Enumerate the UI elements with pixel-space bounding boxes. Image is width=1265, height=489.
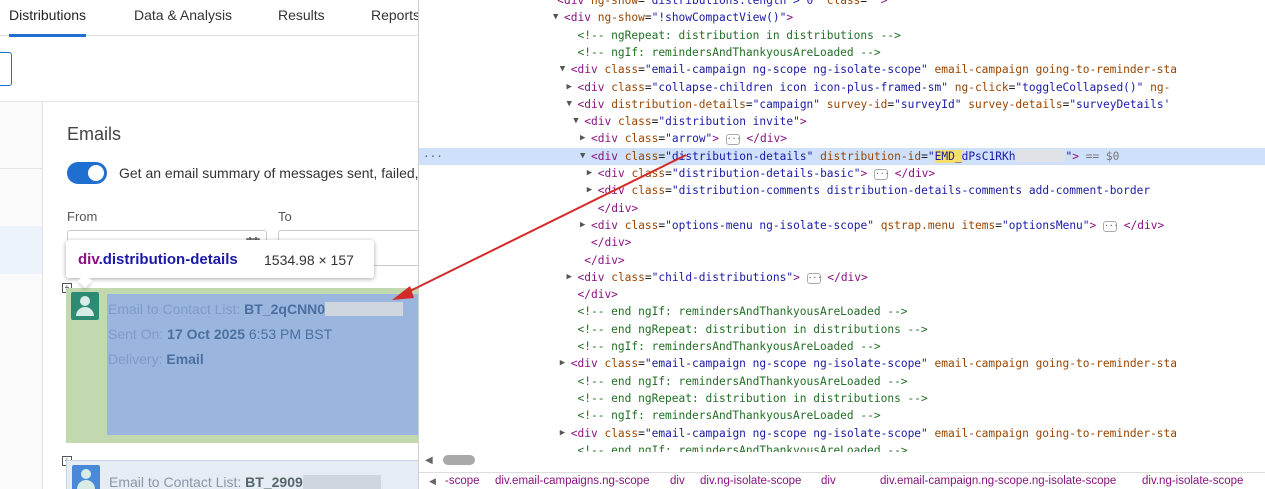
delivery-value: Email [166, 351, 204, 367]
tooltip-tag: div [78, 251, 99, 268]
collapse-arrow-icon[interactable]: ▼ [553, 9, 558, 26]
expand-arrow-icon[interactable]: ▶ [580, 130, 585, 147]
expand-arrow-icon[interactable]: ▶ [567, 269, 572, 286]
breadcrumb: ◀ -scope div.email-campaigns.ng-scope div d… [419, 472, 1265, 489]
redacted-block [302, 475, 381, 489]
from-label: From [67, 209, 98, 224]
dom-node[interactable]: ▶ <div class="distribution-comments distr… [419, 182, 1265, 199]
breadcrumb-item[interactable]: div [670, 473, 685, 489]
breadcrumb-left-icon[interactable]: ◀ [429, 473, 436, 489]
dom-node[interactable]: ▶ <div class="distribution-details-basic"… [419, 165, 1265, 182]
sent-date: 17 Oct 2025 [167, 326, 245, 342]
scrollbar-thumb[interactable] [443, 455, 475, 465]
breadcrumb-item[interactable]: div [821, 473, 836, 489]
to-label: To [278, 209, 292, 224]
dom-node[interactable]: ▶ <div class="collapse-children icon icon… [419, 79, 1265, 96]
toggle-knob [88, 165, 104, 181]
contact-list-avatar-icon [71, 292, 99, 320]
sent-time: 6:53 PM BST [248, 326, 333, 342]
dom-node[interactable]: </div> [419, 234, 1265, 251]
expand-arrow-icon[interactable]: ▶ [587, 182, 592, 199]
sent-label: Sent On: [108, 326, 164, 342]
email-label: Email to Contact List: [108, 301, 241, 317]
email-summary-text: Get an email summary of messages sent, f… [119, 165, 418, 181]
contact-list-name: BT_2qCNN0 [244, 301, 326, 317]
expand-arrow-icon[interactable]: ▶ [567, 79, 572, 96]
emails-heading: Emails [67, 124, 122, 144]
dom-node[interactable]: <div ng-show="distributions.length > 0" … [419, 0, 1265, 9]
dom-node[interactable]: <!-- ngIf: remindersAndThankyousAreLoade… [419, 407, 1265, 424]
tooltip-element-label: div.distribution-details [78, 251, 238, 268]
distribution-card: Email to Contact List: BT_2909 [66, 460, 418, 489]
dom-node[interactable]: <!-- ngIf: remindersAndThankyousAreLoade… [419, 44, 1265, 61]
contact-list-name: BT_2909 [245, 474, 303, 489]
node-menu-icon[interactable]: ··· [423, 148, 443, 165]
delivery-label: Delivery: [108, 351, 163, 367]
email-summary-toggle[interactable] [67, 162, 107, 184]
email-label: Email to Contact List: [109, 474, 242, 489]
elements-tree[interactable]: <div ng-show="distributions.length > 0" … [419, 0, 1265, 452]
dom-node[interactable]: ▶ <div class="email-campaign ng-scope ng-… [419, 425, 1265, 442]
collapse-arrow-icon[interactable]: ▼ [580, 148, 585, 165]
breadcrumb-item[interactable]: div.email-campaigns.ng-scope [495, 473, 649, 489]
email-to-contact-list-row: Email to Contact List: BT_2qCNN0 [108, 301, 404, 317]
dom-node[interactable]: ▼ <div class="distribution invite"> [419, 113, 1265, 130]
dom-node[interactable]: </div> [419, 286, 1265, 303]
dom-node[interactable]: ▼ <div distribution-details="campaign" su… [419, 96, 1265, 113]
tooltip-pointer [77, 273, 93, 289]
dom-node[interactable]: ▶ <div class="options-menu ng-isolate-sco… [419, 217, 1265, 234]
divider [0, 101, 418, 102]
toolbar-button[interactable] [0, 52, 12, 86]
dom-node[interactable]: ▶ <div class="email-campaign ng-scope ng-… [419, 355, 1265, 372]
collapse-arrow-icon[interactable]: ▼ [560, 61, 565, 78]
expand-arrow-icon[interactable]: ▶ [560, 425, 565, 442]
contact-list-avatar-icon [72, 465, 100, 489]
sidebar [0, 102, 43, 489]
expand-arrow-icon[interactable]: ▶ [587, 165, 592, 182]
delivery-row: Delivery: Email [108, 351, 204, 367]
dom-node-selected[interactable]: ▼ <div class="distribution-details" distr… [419, 147, 1265, 165]
dom-node[interactable]: ▶ <div class="arrow"> ··· </div> [419, 130, 1265, 147]
sent-on-row: Sent On: 17 Oct 2025 6:53 PM BST [108, 326, 332, 342]
distribution-card: Email to Contact List: BT_2qCNN0 Sent On… [66, 288, 418, 443]
top-tabs: Distributions Data & Analysis Results Re… [0, 0, 418, 37]
dom-node[interactable]: <!-- end ngIf: remindersAndThankyousAreL… [419, 442, 1265, 452]
dom-node[interactable]: <!-- end ngIf: remindersAndThankyousAreL… [419, 373, 1265, 390]
dom-node[interactable]: <!-- ngRepeat: distribution in distribut… [419, 27, 1265, 44]
breadcrumb-item[interactable]: div.ng-isolate-scope [700, 473, 801, 489]
dom-node[interactable]: </div> [419, 252, 1265, 269]
dom-node[interactable]: <!-- end ngRepeat: distribution in distr… [419, 321, 1265, 338]
redacted-block [325, 302, 404, 316]
dom-node[interactable]: <!-- ngIf: remindersAndThankyousAreLoade… [419, 338, 1265, 355]
dom-node[interactable]: <!-- end ngRepeat: distribution in distr… [419, 390, 1265, 407]
breadcrumb-item[interactable]: div.email-campaign.ng-scope.ng-isolate-s… [880, 473, 1116, 489]
horizontal-scrollbar[interactable]: ◀ [419, 452, 1265, 468]
tab-data-analysis[interactable]: Data & Analysis [134, 0, 232, 34]
dom-node[interactable]: ▼ <div class="email-campaign ng-scope ng-… [419, 61, 1265, 78]
email-to-contact-list-row: Email to Contact List: BT_2909 [109, 474, 381, 489]
tooltip-class: .distribution-details [98, 251, 238, 268]
expand-arrow-icon[interactable]: ▶ [560, 355, 565, 372]
tab-reports[interactable]: Reports [371, 0, 418, 34]
collapse-arrow-icon[interactable]: ▼ [573, 113, 578, 130]
dom-node[interactable]: ▶ <div class="child-distributions"> ··· <… [419, 269, 1265, 286]
dom-node[interactable]: </div> [419, 200, 1265, 217]
inspect-tooltip: div.distribution-details 1534.98 × 157 [66, 240, 374, 289]
sidebar-divider [0, 168, 42, 169]
scroll-left-icon[interactable]: ◀ [425, 455, 433, 466]
breadcrumb-item[interactable]: div.ng-isolate-scope [1142, 473, 1243, 489]
collapse-arrow-icon[interactable]: ▼ [567, 96, 572, 113]
tab-results[interactable]: Results [278, 0, 325, 34]
expand-arrow-icon[interactable]: ▶ [580, 217, 585, 234]
dom-node[interactable]: <!-- end ngIf: remindersAndThankyousAreL… [419, 303, 1265, 320]
sidebar-item-selected[interactable] [0, 226, 42, 274]
tab-distributions[interactable]: Distributions [9, 0, 87, 37]
dom-node[interactable]: ▼ <div ng-show="!showCompactView()"> [419, 9, 1265, 26]
breadcrumb-item[interactable]: -scope [445, 473, 480, 489]
tooltip-dimensions: 1534.98 × 157 [264, 252, 354, 268]
app-panel: Distributions Data & Analysis Results Re… [0, 0, 418, 489]
devtools-panel: <div ng-show="distributions.length > 0" … [418, 0, 1265, 489]
